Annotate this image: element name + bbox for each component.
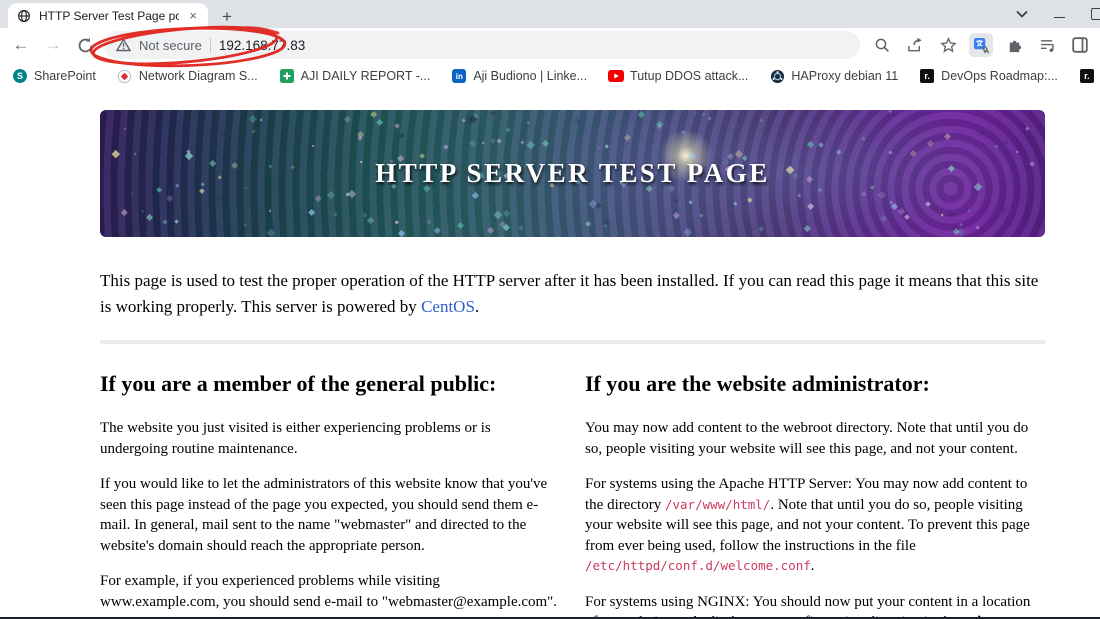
linkedin-icon: in [451, 68, 467, 84]
public-heading: If you are a member of the general publi… [100, 371, 497, 396]
reload-icon[interactable] [72, 32, 98, 58]
bookmark-star-icon[interactable] [936, 33, 960, 57]
admin-column: If you are the website administrator: Yo… [585, 371, 1045, 619]
two-columns: If you are a member of the general publi… [100, 371, 1045, 619]
admin-p2-period: . [810, 558, 815, 574]
youtube-icon [608, 68, 625, 84]
window-controls [1016, 0, 1100, 28]
security-chip-label[interactable]: Not secure [139, 38, 202, 53]
admin-paragraph-2: For systems using the Apache HTTP Server… [585, 474, 1045, 577]
url-text[interactable]: 192.168.77.83 [219, 38, 305, 53]
tab-strip: HTTP Server Test Page powered × + [0, 0, 1100, 28]
not-secure-warning-icon[interactable] [116, 38, 131, 52]
active-tab[interactable]: HTTP Server Test Page powered × [8, 3, 208, 28]
diagram-icon [117, 68, 133, 84]
public-paragraph-2: If you would like to let the administrat… [100, 476, 548, 554]
page-viewport: HTTP SERVER TEST PAGE This page is used … [0, 90, 1100, 619]
code-path-welcome-conf: /etc/httpd/conf.d/welcome.conf [585, 558, 811, 573]
bookmark-daily-report[interactable]: AJI DAILY REPORT -... [279, 68, 430, 84]
bookmark-devops-roadmap[interactable]: r. DevOps Roadmap:... [919, 68, 1058, 84]
translate-icon[interactable] [969, 33, 993, 57]
address-bar[interactable]: Not secure 192.168.77.83 [104, 31, 860, 59]
sharepoint-icon: S [12, 68, 28, 84]
tab-close-icon[interactable]: × [186, 8, 200, 23]
forward-icon[interactable]: → [40, 32, 66, 58]
public-paragraph-1: The website you just visited is either e… [100, 420, 491, 457]
haproxy-icon [769, 68, 785, 84]
test-page-content: HTTP SERVER TEST PAGE This page is used … [100, 110, 1045, 619]
intro-paragraph: This page is used to test the proper ope… [100, 268, 1045, 320]
new-tab-button[interactable]: + [222, 8, 232, 25]
share-icon[interactable] [903, 33, 927, 57]
roadmap-icon: r. [919, 68, 935, 84]
public-column: If you are a member of the general publi… [100, 371, 558, 619]
back-icon[interactable]: ← [8, 32, 34, 58]
bookmark-sharepoint[interactable]: S SharePoint [12, 68, 96, 84]
bookmarks-bar: S SharePoint Network Diagram S... AJI DA… [0, 62, 1100, 90]
intro-text: This page is used to test the proper ope… [100, 271, 1039, 316]
bookmark-haproxy[interactable]: HAProxy debian 11 [769, 68, 898, 84]
code-path-webroot: /var/www/html/ [664, 496, 771, 512]
extensions-puzzle-icon[interactable] [1002, 33, 1026, 57]
tab-title: HTTP Server Test Page powered [39, 8, 180, 23]
browser-window: HTTP Server Test Page powered × + ← → No… [0, 0, 1100, 619]
admin-heading: If you are the website administrator: [585, 371, 930, 396]
banner: HTTP SERVER TEST PAGE [100, 110, 1045, 237]
maximize-button[interactable] [1091, 8, 1100, 20]
minimize-button[interactable] [1054, 16, 1065, 18]
bookmark-network-diagram[interactable]: Network Diagram S... [117, 68, 258, 84]
bookmark-docker-roadmap[interactable]: r. Docker Roadmap -... [1079, 68, 1100, 84]
chip-divider [209, 37, 211, 53]
divider-rule [100, 340, 1045, 344]
admin-paragraph-1: You may now add content to the webroot d… [585, 420, 1029, 457]
page-title: HTTP SERVER TEST PAGE [375, 158, 770, 188]
bookmark-linkedin[interactable]: in Aji Budiono | Linke... [451, 68, 587, 84]
side-panel-icon[interactable] [1068, 33, 1092, 57]
toolbar-actions [870, 33, 1092, 57]
reading-list-icon[interactable] [1035, 33, 1059, 57]
roadmap-icon: r. [1079, 68, 1095, 84]
public-paragraph-3: For example, if you experienced problems… [100, 573, 558, 610]
intro-period: . [474, 297, 480, 316]
search-icon[interactable] [870, 33, 894, 57]
spreadsheet-icon [279, 68, 295, 84]
browser-toolbar: ← → Not secure 192.168.77.83 [0, 28, 1100, 62]
centos-link[interactable]: CentOS [421, 297, 475, 316]
bookmark-youtube[interactable]: Tutup DDOS attack... [608, 68, 748, 84]
globe-favicon-icon [16, 8, 32, 24]
admin-paragraph-3: For systems using NGINX: You should now … [585, 592, 1045, 619]
tab-search-chevron-icon[interactable] [1016, 10, 1028, 18]
